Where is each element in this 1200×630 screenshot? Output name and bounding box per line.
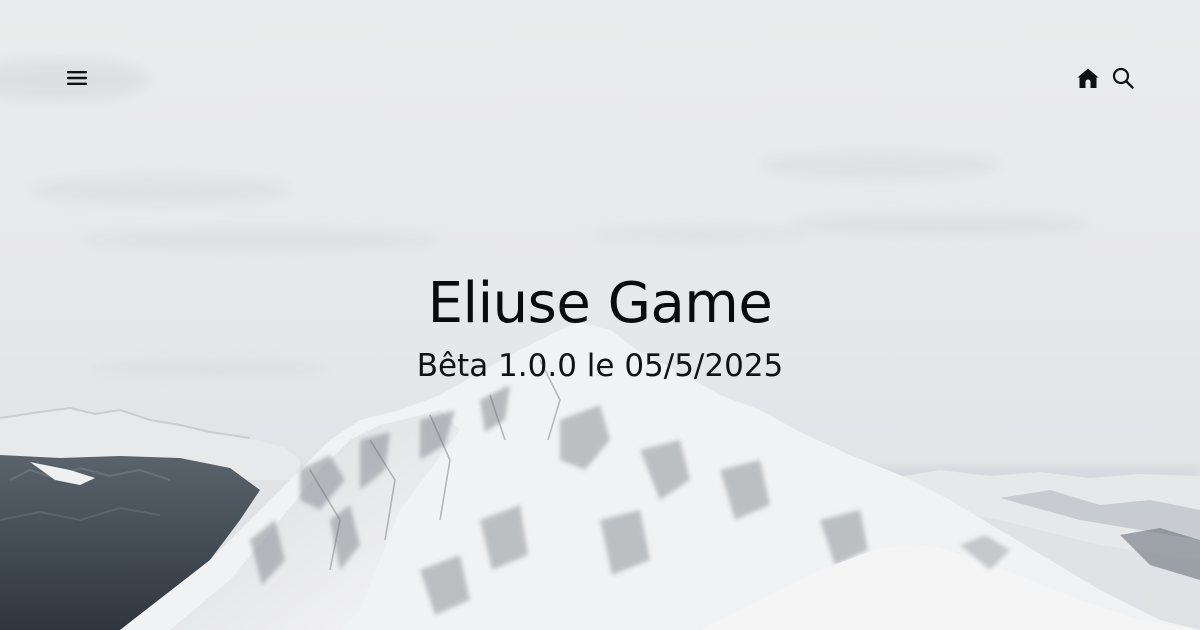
home-icon — [1077, 68, 1099, 88]
search-button[interactable] — [1109, 64, 1137, 92]
top-navigation — [0, 0, 1200, 156]
hero-title-block: Eliuse Game Bêta 1.0.0 le 05/5/2025 — [0, 268, 1200, 386]
site-subtitle: Bêta 1.0.0 le 05/5/2025 — [416, 348, 784, 384]
hamburger-menu-icon — [67, 71, 87, 85]
hero-section: Eliuse Game Bêta 1.0.0 le 05/5/2025 — [0, 0, 1200, 630]
search-icon — [1112, 67, 1134, 89]
menu-button[interactable] — [63, 64, 91, 92]
home-button[interactable] — [1074, 64, 1102, 92]
site-title: Eliuse Game — [427, 271, 773, 336]
